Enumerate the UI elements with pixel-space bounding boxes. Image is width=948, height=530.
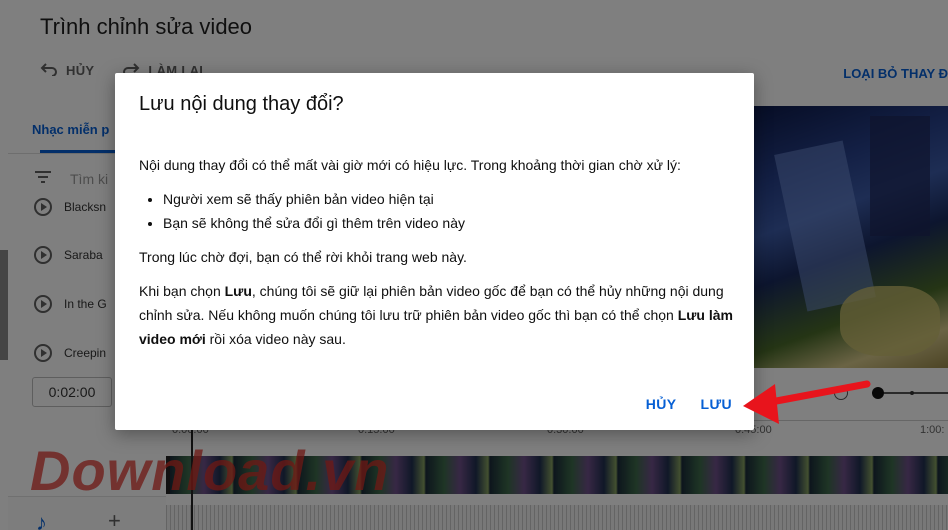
- dialog-wait-note: Trong lúc chờ đợi, bạn có thể rời khỏi t…: [139, 249, 467, 265]
- dialog-intro: Nội dung thay đổi có thể mất vài giờ mới…: [139, 157, 681, 173]
- list-item: Bạn sẽ không thể sửa đổi gì thêm trên vi…: [163, 211, 734, 235]
- dialog-bullet-list: Người xem sẽ thấy phiên bản video hiện t…: [163, 187, 734, 235]
- save-button[interactable]: LƯU: [701, 396, 732, 412]
- text-run: rồi xóa video này sau.: [205, 331, 346, 347]
- dialog-body: Nội dung thay đổi có thể mất vài giờ mới…: [139, 153, 734, 361]
- text-run: Khi bạn chọn: [139, 283, 225, 299]
- cancel-button[interactable]: HỦY: [646, 396, 677, 412]
- dialog-save-explanation: Khi bạn chọn Lưu, chúng tôi sẽ giữ lại p…: [139, 279, 734, 351]
- red-arrow-annotation: [743, 380, 871, 424]
- save-emphasis: Lưu: [224, 283, 252, 299]
- save-changes-dialog: Lưu nội dung thay đổi? Nội dung thay đổi…: [115, 73, 754, 430]
- list-item: Người xem sẽ thấy phiên bản video hiện t…: [163, 187, 734, 211]
- dialog-actions: HỦY LƯU: [646, 396, 732, 412]
- dialog-title: Lưu nội dung thay đổi?: [139, 93, 344, 115]
